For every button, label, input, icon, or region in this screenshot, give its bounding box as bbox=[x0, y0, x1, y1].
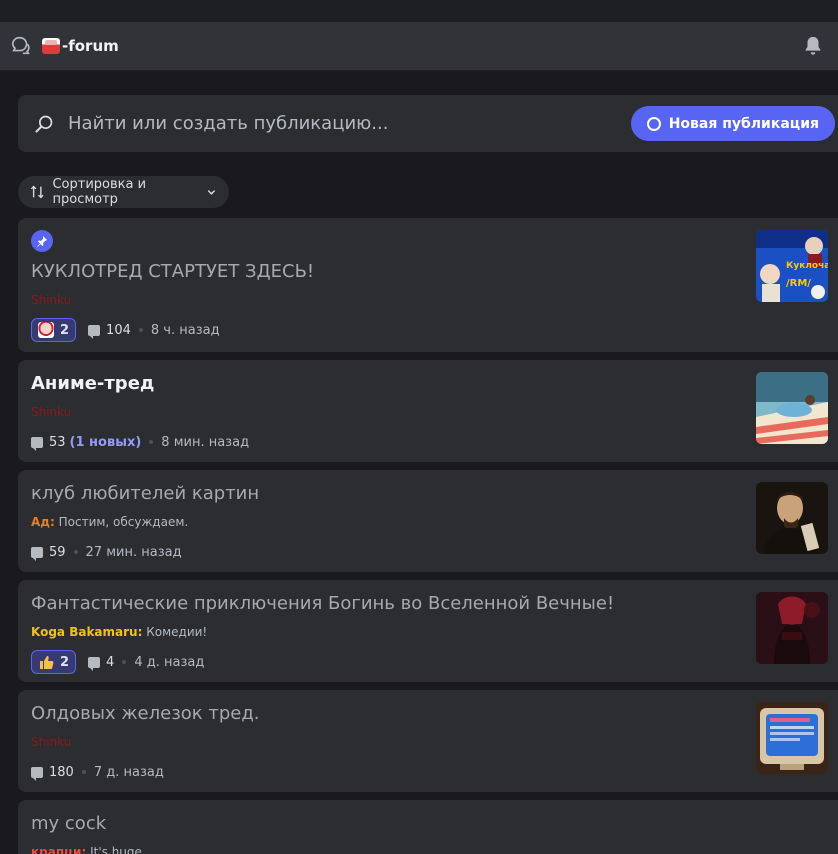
post-meta: 53 (1 новых) 8 мин. назад bbox=[31, 430, 825, 454]
post-meta: 180 7 д. назад bbox=[31, 760, 825, 784]
new-post-button[interactable]: Новая публикация bbox=[630, 106, 835, 141]
search-input[interactable] bbox=[68, 113, 588, 134]
reaction-button[interactable]: 2 bbox=[31, 650, 77, 674]
forum-main: Новая публикация Сортировка и просмотр К… bbox=[0, 71, 838, 854]
post-author: Ад bbox=[31, 515, 50, 529]
message-icon bbox=[88, 656, 101, 671]
message-count: 53 bbox=[49, 434, 66, 450]
svg-text:Куклочай: Куклочай bbox=[786, 261, 828, 271]
new-post-label: Новая публикация bbox=[668, 115, 819, 132]
post-title: клуб любителей картин bbox=[31, 483, 260, 504]
post-time: 8 мин. назад bbox=[161, 434, 250, 450]
forum-post[interactable]: Аниме-тред Shinku 53 (1 новых) 8 мин. на… bbox=[18, 360, 838, 462]
sort-arrows-icon bbox=[30, 185, 44, 199]
post-time: 4 д. назад bbox=[134, 654, 205, 670]
chevron-down-icon bbox=[207, 190, 216, 195]
sort-and-view-button[interactable]: Сортировка и просмотр bbox=[18, 176, 229, 208]
message-icon bbox=[31, 766, 43, 781]
channel-name: -forum bbox=[62, 37, 119, 55]
post-meta: 2 104 8 ч. назад bbox=[31, 318, 825, 342]
post-time: 27 мин. назад bbox=[85, 544, 182, 560]
post-author-line: Shinku bbox=[31, 404, 825, 420]
post-time: 7 д. назад bbox=[93, 764, 164, 780]
post-author-line: Shinku bbox=[31, 292, 825, 308]
post-author: Shinku bbox=[31, 405, 72, 419]
custom-emoji-icon bbox=[38, 322, 54, 338]
notification-bell-icon[interactable] bbox=[802, 35, 824, 57]
svg-text:/RM/: /RM/ bbox=[786, 278, 811, 289]
separator-dot bbox=[122, 660, 127, 664]
channel-emoji-icon bbox=[42, 38, 60, 54]
separator-dot bbox=[149, 440, 154, 444]
post-author-line: Ад: Постим, обсуждаем. bbox=[31, 515, 189, 529]
post-title: Фантастические приключения Богинь во Все… bbox=[31, 593, 615, 614]
search-icon bbox=[35, 115, 53, 132]
post-list: КУКЛОТРЕД СТАРТУЕТ ЗДЕСЬ! Shinku 2 104 8… bbox=[18, 218, 838, 854]
window-top-strip bbox=[0, 0, 838, 22]
post-thumbnail bbox=[756, 482, 828, 554]
forum-post[interactable]: Олдовых железок тред. Shinku 180 7 д. на… bbox=[18, 690, 838, 792]
post-time: 8 ч. назад bbox=[150, 322, 220, 338]
post-title: Олдовых железок тред. bbox=[31, 703, 260, 724]
post-title: КУКЛОТРЕД СТАРТУЕТ ЗДЕСЬ! bbox=[31, 261, 315, 282]
separator-dot bbox=[138, 328, 143, 332]
forum-post[interactable]: КУКЛОТРЕД СТАРТУЕТ ЗДЕСЬ! Shinku 2 104 8… bbox=[18, 218, 838, 352]
sort-label: Сортировка и просмотр bbox=[52, 177, 147, 207]
forum-post[interactable]: клуб любителей картин Ад: Постим, обсужд… bbox=[18, 470, 838, 572]
post-thumbnail bbox=[756, 702, 828, 774]
post-author: крапци bbox=[31, 845, 82, 854]
forum-icon bbox=[11, 36, 30, 55]
forum-post[interactable]: Фантастические приключения Богинь во Все… bbox=[18, 580, 838, 682]
message-count: 104 bbox=[106, 322, 131, 338]
reaction-button[interactable]: 2 bbox=[31, 318, 77, 342]
message-count: 4 bbox=[106, 654, 115, 670]
post-meta: 59 27 мин. назад bbox=[31, 540, 825, 564]
post-author-line: Shinku bbox=[31, 734, 825, 750]
post-preview: Комедии! bbox=[146, 625, 208, 639]
post-author: Shinku bbox=[31, 293, 72, 307]
separator-dot bbox=[81, 770, 86, 774]
search-bar[interactable]: Новая публикация bbox=[18, 95, 838, 152]
message-icon bbox=[88, 324, 101, 339]
post-thumbnail bbox=[756, 372, 828, 444]
post-author: Koga Bakamaru bbox=[31, 625, 138, 639]
post-thumbnail bbox=[756, 592, 828, 664]
post-author-line: Koga Bakamaru: Комедии! bbox=[31, 625, 208, 639]
post-preview: It's huge bbox=[90, 845, 142, 854]
channel-header: -forum bbox=[0, 22, 838, 71]
forum-post[interactable]: my cock крапци: It's huge bbox=[18, 800, 838, 854]
pin-icon bbox=[31, 230, 53, 252]
post-author: Shinku bbox=[31, 735, 72, 749]
thumbs-up-icon bbox=[38, 654, 54, 670]
message-count: 59 bbox=[49, 544, 66, 560]
reaction-count: 2 bbox=[60, 322, 70, 338]
post-title: my cock bbox=[31, 813, 107, 834]
post-thumbnail: Куклочай /RM/ bbox=[756, 230, 828, 302]
chat-bubble-icon bbox=[646, 116, 661, 131]
message-count: 180 bbox=[49, 764, 74, 780]
message-icon bbox=[31, 546, 43, 561]
post-preview: Постим, обсуждаем. bbox=[58, 515, 189, 529]
post-title: Аниме-тред bbox=[31, 373, 155, 394]
post-meta: 2 4 4 д. назад bbox=[31, 650, 825, 674]
reaction-count: 2 bbox=[60, 654, 70, 670]
message-icon bbox=[31, 436, 43, 451]
separator-dot bbox=[73, 550, 78, 554]
new-messages-badge: (1 новых) bbox=[69, 434, 142, 450]
post-author-line: крапци: It's huge bbox=[31, 844, 825, 854]
